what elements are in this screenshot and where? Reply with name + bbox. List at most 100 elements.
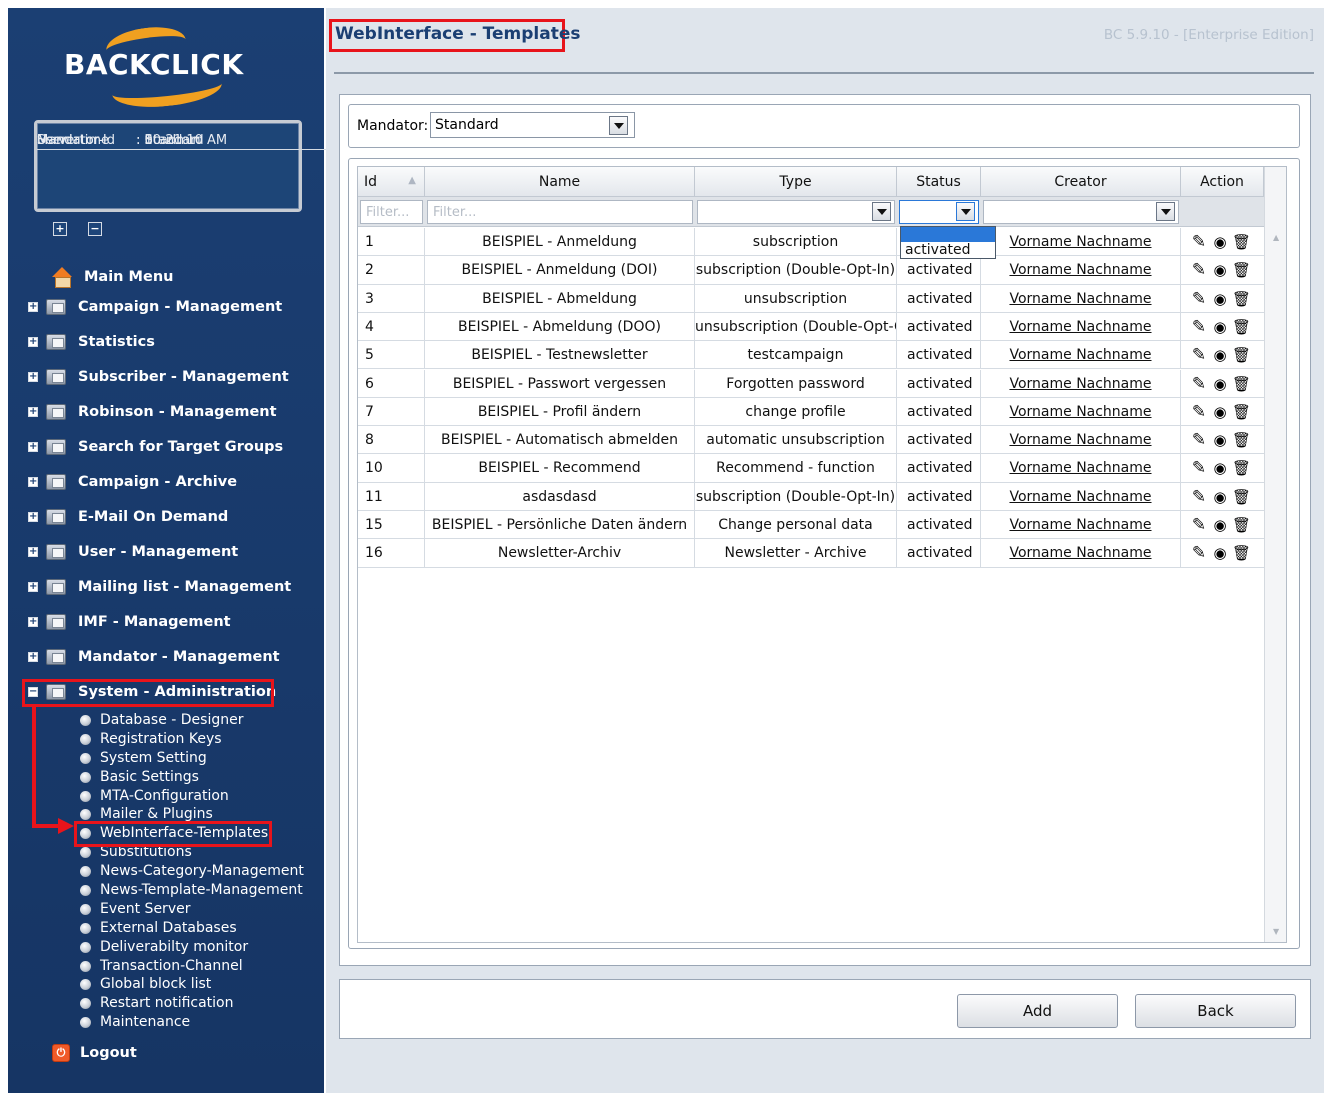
creator-link[interactable]: Vorname Nachname (981, 256, 1181, 285)
table-row[interactable]: 11 asdasdasd subscription (Double-Opt-In) a… (358, 482, 1264, 511)
subitem-global-block-list[interactable]: Global block list (80, 975, 211, 993)
creator-link[interactable]: Vorname Nachname (981, 397, 1181, 426)
view-eye-icon[interactable]: ◉ (1211, 346, 1229, 364)
expand-plus-icon[interactable]: + (28, 302, 38, 312)
sidebar-item-campaign-management[interactable]: + Campaign - Management (28, 296, 282, 318)
subitem-database-designer[interactable]: Database - Designer (80, 711, 243, 729)
table-row[interactable]: 10 BEISPIEL - Recommend Recommend - functi… (358, 454, 1264, 483)
creator-link[interactable]: Vorname Nachname (981, 228, 1181, 256)
add-button[interactable]: Add (957, 994, 1118, 1028)
view-eye-icon[interactable]: ◉ (1211, 459, 1229, 477)
sidebar-item-robinson-management[interactable]: + Robinson - Management (28, 401, 277, 423)
column-header-creator[interactable]: Creator (981, 167, 1181, 197)
subitem-maintenance[interactable]: Maintenance (80, 1013, 190, 1031)
creator-link[interactable]: Vorname Nachname (981, 369, 1181, 398)
filter-id-input[interactable]: Filter... (360, 200, 423, 224)
table-row[interactable]: 1 BEISPIEL - Anmeldung subscription Vorname… (358, 228, 1264, 257)
trash-icon[interactable]: 🗑 (1232, 375, 1251, 393)
status-filter-dropdown[interactable]: activated (900, 226, 996, 259)
subitem-deliverability-monitor[interactable]: Deliverabilty monitor (80, 938, 248, 956)
collapse-all-icon[interactable]: − (88, 222, 102, 236)
table-row[interactable]: 15 BEISPIEL - Persönliche Daten ändern Cha… (358, 511, 1264, 540)
creator-link[interactable]: Vorname Nachname (981, 312, 1181, 341)
view-eye-icon[interactable]: ◉ (1211, 318, 1229, 336)
vertical-scrollbar[interactable]: ▲ ▼ (1264, 167, 1286, 942)
logout-link[interactable]: ⏻ Logout (52, 1044, 137, 1062)
scroll-down-icon[interactable]: ▼ (1273, 927, 1279, 936)
expand-plus-icon[interactable]: + (28, 337, 38, 347)
edit-icon[interactable]: ✎ (1190, 403, 1208, 421)
sidebar-item-campaign-archive[interactable]: + Campaign - Archive (28, 471, 237, 493)
view-eye-icon[interactable]: ◉ (1211, 233, 1229, 251)
subitem-restart-notification[interactable]: Restart notification (80, 994, 234, 1012)
expand-plus-icon[interactable]: + (28, 477, 38, 487)
trash-icon[interactable]: 🗑 (1232, 261, 1251, 279)
sidebar-item-mailing-list-management[interactable]: + Mailing list - Management (28, 576, 291, 598)
edit-icon[interactable]: ✎ (1190, 290, 1208, 308)
trash-icon[interactable]: 🗑 (1232, 346, 1251, 364)
view-eye-icon[interactable]: ◉ (1211, 516, 1229, 534)
chevron-down-icon[interactable] (872, 202, 891, 221)
sidebar-item-subscriber-management[interactable]: + Subscriber - Management (28, 366, 289, 388)
expand-plus-icon[interactable]: + (28, 617, 38, 627)
subitem-transaction-channel[interactable]: Transaction-Channel (80, 957, 243, 975)
creator-link[interactable]: Vorname Nachname (981, 341, 1181, 370)
table-row[interactable]: 16 Newsletter-Archiv Newsletter - Archive a… (358, 539, 1264, 568)
chevron-down-icon[interactable] (956, 202, 975, 221)
filter-status-select[interactable] (899, 200, 979, 224)
chevron-down-icon[interactable] (1156, 202, 1175, 221)
edit-icon[interactable]: ✎ (1190, 261, 1208, 279)
expand-plus-icon[interactable]: + (28, 372, 38, 382)
table-row[interactable]: 4 BEISPIEL - Abmeldung (DOO) unsubscriptio… (358, 312, 1264, 342)
view-eye-icon[interactable]: ◉ (1211, 544, 1229, 562)
subitem-event-server[interactable]: Event Server (80, 900, 190, 918)
creator-link[interactable]: Vorname Nachname (981, 454, 1181, 483)
expand-all-icon[interactable]: + (53, 222, 67, 236)
filter-creator-select[interactable] (983, 200, 1179, 224)
view-eye-icon[interactable]: ◉ (1211, 375, 1229, 393)
edit-icon[interactable]: ✎ (1190, 346, 1208, 364)
subitem-external-databases[interactable]: External Databases (80, 919, 237, 937)
trash-icon[interactable]: 🗑 (1232, 488, 1251, 506)
trash-icon[interactable]: 🗑 (1232, 403, 1251, 421)
expand-plus-icon[interactable]: + (28, 547, 38, 557)
filter-name-input[interactable]: Filter... (427, 200, 693, 224)
subitem-news-template-management[interactable]: News-Template-Management (80, 881, 303, 899)
creator-link[interactable]: Vorname Nachname (981, 482, 1181, 511)
trash-icon[interactable]: 🗑 (1232, 516, 1251, 534)
subitem-mta-configuration[interactable]: MTA-Configuration (80, 787, 229, 805)
edit-icon[interactable]: ✎ (1190, 318, 1208, 336)
sidebar-item-statistics[interactable]: + Statistics (28, 331, 155, 353)
trash-icon[interactable]: 🗑 (1232, 544, 1251, 562)
view-eye-icon[interactable]: ◉ (1211, 403, 1229, 421)
creator-link[interactable]: Vorname Nachname (981, 511, 1181, 539)
creator-link[interactable]: Vorname Nachname (981, 426, 1181, 455)
expand-plus-icon[interactable]: + (28, 652, 38, 662)
expand-plus-icon[interactable]: + (28, 512, 38, 522)
view-eye-icon[interactable]: ◉ (1211, 261, 1229, 279)
table-row[interactable]: 8 BEISPIEL - Automatisch abmelden automati… (358, 426, 1264, 455)
trash-icon[interactable]: 🗑 (1232, 318, 1251, 336)
subitem-news-category-management[interactable]: News-Category-Management (80, 862, 304, 880)
view-eye-icon[interactable]: ◉ (1211, 431, 1229, 449)
edit-icon[interactable]: ✎ (1190, 375, 1208, 393)
trash-icon[interactable]: 🗑 (1232, 431, 1251, 449)
edit-icon[interactable]: ✎ (1190, 233, 1208, 251)
subitem-system-setting[interactable]: System Setting (80, 749, 207, 767)
view-eye-icon[interactable]: ◉ (1211, 290, 1229, 308)
mandator-select[interactable]: Standard (430, 112, 635, 138)
table-row[interactable]: 3 BEISPIEL - Abmeldung unsubscription activ… (358, 284, 1264, 313)
trash-icon[interactable]: 🗑 (1232, 459, 1251, 477)
trash-icon[interactable]: 🗑 (1232, 233, 1251, 251)
table-row[interactable]: 2 BEISPIEL - Anmeldung (DOI) subscription … (358, 256, 1264, 285)
sidebar-item-email-on-demand[interactable]: + E-Mail On Demand (28, 506, 228, 528)
expand-plus-icon[interactable]: + (28, 582, 38, 592)
view-eye-icon[interactable]: ◉ (1211, 488, 1229, 506)
column-header-status[interactable]: Status (897, 167, 981, 197)
column-header-name[interactable]: Name (425, 167, 695, 197)
sidebar-item-user-management[interactable]: + User - Management (28, 541, 238, 563)
sidebar-item-search-target-groups[interactable]: + Search for Target Groups (28, 436, 283, 458)
creator-link[interactable]: Vorname Nachname (981, 539, 1181, 568)
trash-icon[interactable]: 🗑 (1232, 290, 1251, 308)
main-menu-item[interactable]: Main Menu (50, 266, 173, 288)
